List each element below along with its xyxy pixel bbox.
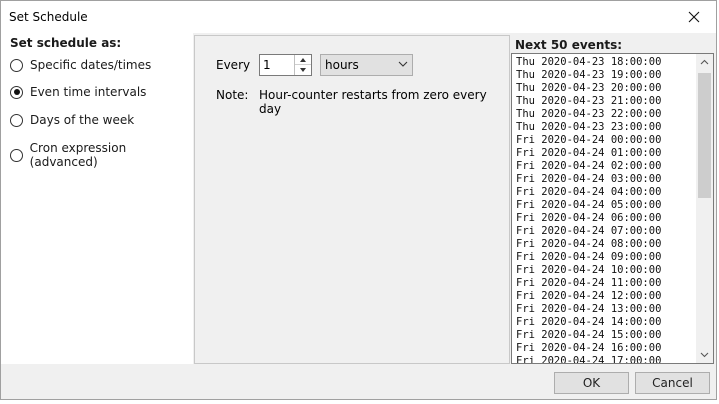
event-item[interactable]: Thu 2020-04-23 22:00:00 xyxy=(516,108,692,121)
event-item[interactable]: Fri 2020-04-24 00:00:00 xyxy=(516,134,692,147)
every-label: Every xyxy=(216,58,251,72)
cancel-button[interactable]: Cancel xyxy=(635,372,710,394)
radio-specific-dates[interactable]: Specific dates/times xyxy=(10,58,151,72)
event-item[interactable]: Fri 2020-04-24 04:00:00 xyxy=(516,186,692,199)
close-button[interactable] xyxy=(672,1,716,33)
scroll-up-button[interactable] xyxy=(696,54,713,71)
chevron-up-icon xyxy=(700,59,709,65)
radio-label: Even time intervals xyxy=(30,85,147,99)
event-item[interactable]: Fri 2020-04-24 02:00:00 xyxy=(516,160,692,173)
event-item[interactable]: Fri 2020-04-24 13:00:00 xyxy=(516,303,692,316)
event-item[interactable]: Fri 2020-04-24 07:00:00 xyxy=(516,225,692,238)
event-item[interactable]: Fri 2020-04-24 05:00:00 xyxy=(516,199,692,212)
interval-stepper[interactable] xyxy=(259,54,312,76)
schedule-type-panel: Set schedule as: Specific dates/times Ev… xyxy=(1,33,193,375)
chevron-down-icon xyxy=(700,352,709,358)
interval-settings-panel: Every hours Note: Hour-counter restarts … xyxy=(194,35,510,364)
radio-even-intervals[interactable]: Even time intervals xyxy=(10,85,146,99)
event-item[interactable]: Thu 2020-04-23 23:00:00 xyxy=(516,121,692,134)
stepper-buttons xyxy=(294,55,311,75)
events-label: Next 50 events: xyxy=(515,38,623,52)
events-list[interactable]: Thu 2020-04-23 18:00:00 Thu 2020-04-23 19… xyxy=(511,53,714,364)
close-icon xyxy=(688,11,700,23)
note-label: Note: xyxy=(216,88,249,102)
stepper-up-button[interactable] xyxy=(295,55,311,65)
event-item[interactable]: Fri 2020-04-24 12:00:00 xyxy=(516,290,692,303)
event-item[interactable]: Thu 2020-04-23 20:00:00 xyxy=(516,82,692,95)
events-scrollbar[interactable] xyxy=(696,54,713,363)
event-item[interactable]: Fri 2020-04-24 09:00:00 xyxy=(516,251,692,264)
interval-unit-select[interactable]: hours xyxy=(320,54,413,76)
window-title: Set Schedule xyxy=(9,10,88,24)
event-item[interactable]: Thu 2020-04-23 21:00:00 xyxy=(516,95,692,108)
radio-circle[interactable] xyxy=(10,58,23,72)
event-item[interactable]: Fri 2020-04-24 06:00:00 xyxy=(516,212,692,225)
radio-circle-checked[interactable] xyxy=(10,85,23,99)
event-item[interactable]: Fri 2020-04-24 01:00:00 xyxy=(516,147,692,160)
interval-unit-value: hours xyxy=(325,58,359,72)
chevron-down-icon xyxy=(398,61,408,67)
radio-circle[interactable] xyxy=(10,148,23,162)
event-item[interactable]: Fri 2020-04-24 03:00:00 xyxy=(516,173,692,186)
event-item[interactable]: Fri 2020-04-24 15:00:00 xyxy=(516,329,692,342)
stepper-down-button[interactable] xyxy=(295,65,311,75)
radio-label: Cron expression (advanced) xyxy=(29,141,127,169)
note-text: Hour-counter restarts from zero every da… xyxy=(259,88,487,116)
event-item[interactable]: Fri 2020-04-24 17:00:00 xyxy=(516,355,692,363)
radio-circle[interactable] xyxy=(10,113,23,127)
triangle-down-icon xyxy=(300,68,306,72)
event-item[interactable]: Thu 2020-04-23 18:00:00 xyxy=(516,56,692,69)
scrollbar-thumb[interactable] xyxy=(698,73,711,198)
triangle-up-icon xyxy=(300,57,306,62)
events-list-content: Thu 2020-04-23 18:00:00 Thu 2020-04-23 19… xyxy=(516,56,692,363)
event-item[interactable]: Fri 2020-04-24 10:00:00 xyxy=(516,264,692,277)
scroll-down-button[interactable] xyxy=(696,346,713,363)
event-item[interactable]: Fri 2020-04-24 11:00:00 xyxy=(516,277,692,290)
radio-cron-expression[interactable]: Cron expression (advanced) xyxy=(10,141,193,169)
set-schedule-dialog: Set Schedule Set schedule as: Specific d… xyxy=(0,0,717,400)
event-item[interactable]: Fri 2020-04-24 14:00:00 xyxy=(516,316,692,329)
radio-days-of-week[interactable]: Days of the week xyxy=(10,113,134,127)
dialog-button-bar: OK Cancel xyxy=(1,364,716,399)
event-item[interactable]: Fri 2020-04-24 08:00:00 xyxy=(516,238,692,251)
radio-label: Specific dates/times xyxy=(30,58,152,72)
event-item[interactable]: Fri 2020-04-24 16:00:00 xyxy=(516,342,692,355)
radio-label: Days of the week xyxy=(30,113,135,127)
interval-value-input[interactable] xyxy=(263,58,293,72)
title-bar: Set Schedule xyxy=(1,1,716,33)
event-item[interactable]: Thu 2020-04-23 19:00:00 xyxy=(516,69,692,82)
schedule-type-label: Set schedule as: xyxy=(10,36,122,50)
ok-button[interactable]: OK xyxy=(554,372,629,394)
